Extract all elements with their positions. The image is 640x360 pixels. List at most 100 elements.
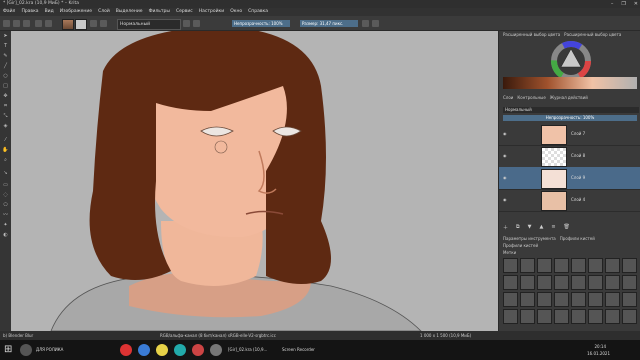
menu-view[interactable]: Вид xyxy=(45,8,54,16)
crop-tool-icon[interactable]: ⌗ xyxy=(2,104,9,109)
tab-advanced-color-2[interactable]: Расширенный выбор цвета xyxy=(564,32,621,37)
line-tool-icon[interactable]: ╱ xyxy=(2,64,9,69)
brush-preset[interactable] xyxy=(537,309,552,324)
preserve-alpha-icon[interactable] xyxy=(193,20,200,27)
polygon-select-icon[interactable]: ⬠ xyxy=(2,203,9,208)
move-tool-icon[interactable]: ✥ xyxy=(2,94,9,99)
brush-preset[interactable] xyxy=(554,275,569,290)
layer-row[interactable]: ◉ Слой 7 xyxy=(499,123,640,146)
tab-advanced-color[interactable]: Расширенный выбор цвета xyxy=(503,32,560,37)
zoom-tool-icon[interactable]: ⌕ xyxy=(2,158,9,163)
brush-tool-icon[interactable]: ✎ xyxy=(2,54,9,59)
brush-preset[interactable] xyxy=(571,309,586,324)
opacity-slider[interactable]: Непрозрачность: 100% xyxy=(232,20,290,27)
tab-channels[interactable]: Контрольные xyxy=(517,95,545,100)
color-history-bar[interactable] xyxy=(503,77,637,89)
maximize-button[interactable]: ❐ xyxy=(621,0,625,8)
brush-preset[interactable] xyxy=(503,258,518,273)
undo-icon[interactable] xyxy=(35,20,42,27)
brush-preset[interactable] xyxy=(622,309,637,324)
tab-brush-presets[interactable]: Профили кистей xyxy=(560,236,595,241)
opera-icon[interactable] xyxy=(120,344,132,356)
menu-image[interactable]: Изображение xyxy=(60,8,92,16)
brush-preset[interactable] xyxy=(571,292,586,307)
app-icon-2[interactable] xyxy=(210,344,222,356)
brush-preset[interactable] xyxy=(503,309,518,324)
menu-edit[interactable]: Правка xyxy=(21,8,38,16)
brush-preset[interactable] xyxy=(571,275,586,290)
eyedropper-tool-icon[interactable]: ⁄ xyxy=(2,138,9,143)
brush-preset[interactable] xyxy=(622,258,637,273)
rect-select-icon[interactable]: ▭ xyxy=(2,183,9,188)
open-document-icon[interactable] xyxy=(13,20,20,27)
ellipse-tool-icon[interactable]: ○ xyxy=(2,74,9,79)
tab-history[interactable]: Журнал действий xyxy=(550,95,588,100)
close-button[interactable]: ✕ xyxy=(634,0,638,8)
eraser-mode-icon[interactable] xyxy=(183,20,190,27)
menu-layer[interactable]: Слой xyxy=(98,8,110,16)
blend-mode-select[interactable]: Нормальный xyxy=(117,19,181,30)
ellipse-select-icon[interactable]: ◌ xyxy=(2,193,9,198)
add-layer-icon[interactable]: ＋ xyxy=(503,224,508,231)
brush-preset[interactable] xyxy=(503,275,518,290)
media-icon[interactable] xyxy=(192,344,204,356)
brush-preset[interactable] xyxy=(554,258,569,273)
brush-preset[interactable] xyxy=(554,292,569,307)
menu-settings[interactable]: Настройки xyxy=(199,8,224,16)
visibility-eye-icon[interactable]: ◉ xyxy=(503,175,507,180)
freehand-select-icon[interactable]: 〰 xyxy=(2,213,9,218)
mirror-vertical-icon[interactable] xyxy=(372,20,379,27)
taskbar-item-folder[interactable]: ДЛЯ РОЛИКА xyxy=(36,347,63,352)
brush-preset[interactable] xyxy=(588,275,603,290)
brush-preset[interactable] xyxy=(554,309,569,324)
brush-preset[interactable] xyxy=(605,258,620,273)
app-icon[interactable] xyxy=(174,344,186,356)
move-layer-down-icon[interactable]: ▼ xyxy=(528,224,532,231)
layer-row[interactable]: ◉ Слой 4 xyxy=(499,189,640,212)
brush-preset[interactable] xyxy=(571,258,586,273)
magic-wand-icon[interactable]: ✦ xyxy=(2,223,9,228)
windows-start-icon[interactable]: ⊞ xyxy=(4,344,12,356)
brush-preset[interactable] xyxy=(588,309,603,324)
taskbar-item-krita[interactable]: [Gir]_02.kra (10,9... xyxy=(228,347,267,352)
mirror-horizontal-icon[interactable] xyxy=(362,20,369,27)
tab-layers[interactable]: Слои xyxy=(503,95,513,100)
visibility-eye-icon[interactable]: ◉ xyxy=(503,153,507,158)
search-icon[interactable] xyxy=(20,344,32,356)
brush-size-slider[interactable]: Размер: 31,47 пикс. xyxy=(300,20,358,27)
color-wheel[interactable] xyxy=(551,41,591,81)
brush-preset[interactable] xyxy=(520,258,535,273)
redo-icon[interactable] xyxy=(45,20,52,27)
similar-select-icon[interactable]: ◐ xyxy=(2,233,9,238)
menu-help[interactable]: Справка xyxy=(248,8,268,16)
color-swatch[interactable] xyxy=(75,19,87,30)
brush-preset[interactable] xyxy=(520,309,535,324)
rectangle-tool-icon[interactable]: □ xyxy=(2,84,9,89)
menu-select[interactable]: Выделение xyxy=(116,8,143,16)
duplicate-layer-icon[interactable]: ⧉ xyxy=(516,224,520,231)
browser-icon[interactable] xyxy=(138,344,150,356)
menu-window[interactable]: Окно xyxy=(230,8,242,16)
brush-preset[interactable] xyxy=(537,292,552,307)
tab-tool-options[interactable]: Параметры инструмента xyxy=(503,236,556,241)
brush-preset[interactable] xyxy=(588,292,603,307)
brush-preset[interactable] xyxy=(622,292,637,307)
brush-preset[interactable] xyxy=(520,275,535,290)
brush-preset[interactable] xyxy=(537,258,552,273)
visibility-eye-icon[interactable]: ◉ xyxy=(503,197,507,202)
drawing-canvas[interactable] xyxy=(11,31,498,331)
layer-row-selected[interactable]: ◉ Слой 9 xyxy=(499,167,640,190)
move-layer-up-icon[interactable]: ▲ xyxy=(539,224,543,231)
menu-filter[interactable]: Фильтры xyxy=(149,8,170,16)
pattern-icon[interactable] xyxy=(90,20,97,27)
brush-preset[interactable] xyxy=(520,292,535,307)
brush-preset[interactable] xyxy=(622,275,637,290)
taskbar-item-recorder[interactable]: Screen Recorder xyxy=(282,347,315,352)
text-tool-icon[interactable]: T xyxy=(2,44,9,49)
brush-preset[interactable] xyxy=(503,292,518,307)
brush-preset[interactable] xyxy=(537,275,552,290)
brush-preset[interactable] xyxy=(605,292,620,307)
layer-row[interactable]: ◉ Слой 8 xyxy=(499,145,640,168)
brush-preset-button[interactable] xyxy=(62,19,74,30)
menu-tools[interactable]: Сервис xyxy=(176,8,193,16)
